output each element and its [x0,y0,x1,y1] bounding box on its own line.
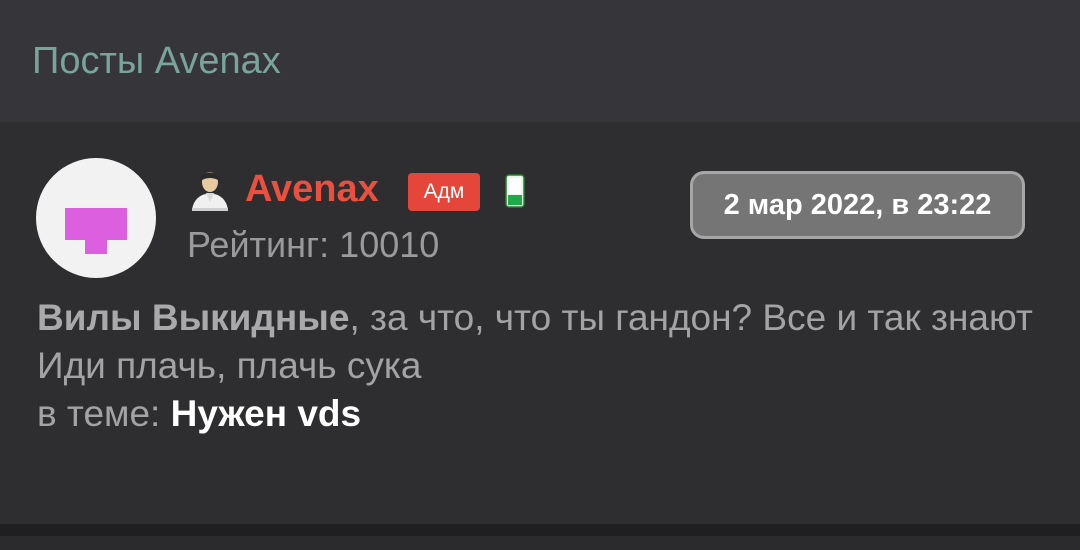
post-text-line1: , за что, что ты гандон? Все и так знают [349,297,1033,338]
avatar-mark-stem [85,240,107,254]
author-rating: Рейтинг: 10010 [187,224,440,265]
divider [0,524,1080,536]
topic-link[interactable]: Нужен vds [171,393,361,434]
mention-link[interactable]: Вилы Выкидные [37,297,349,338]
avatar[interactable] [36,158,156,278]
post-text-line2: Иди плачь, плачь сука [37,345,422,386]
author-name[interactable]: Avenax [245,166,379,212]
post-card: Avenax Адм Рейтинг: 10010 2 мар 2022, в … [0,122,1080,524]
online-status-icon [505,174,525,208]
avatar-mark-top [65,208,127,240]
topic-prefix: в теме: [37,393,161,434]
post-body: Вилы Выкидные, за что, что ты гандон? Вс… [37,294,1047,438]
page-title: Посты Avenax [32,40,281,82]
page-header: Посты Avenax [0,0,1080,122]
role-badge: Адм [408,173,480,211]
next-post-edge [0,536,1080,550]
user-icon [192,172,228,211]
post-date: 2 мар 2022, в 23:22 [690,171,1025,239]
